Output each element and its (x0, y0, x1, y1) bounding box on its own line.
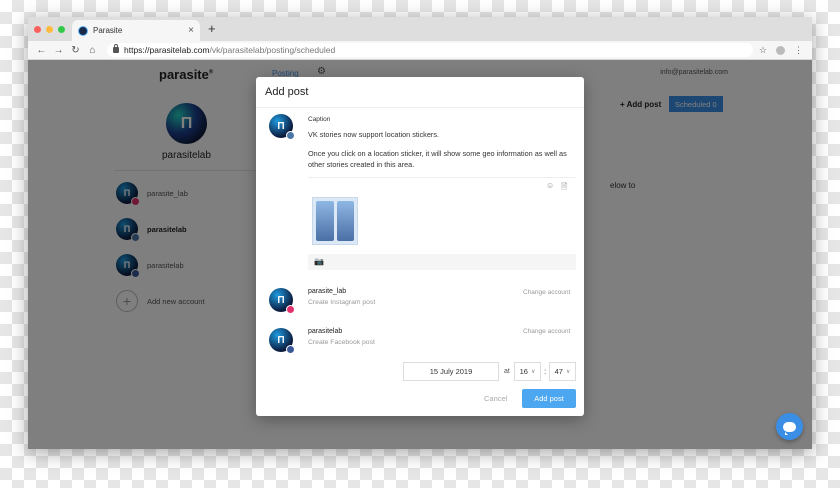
tab-strip: Parasite × + (28, 17, 812, 41)
address-bar[interactable]: https://parasitelab.com /vk/parasitelab/… (107, 43, 753, 57)
media-bar: 📷 (308, 254, 576, 270)
change-account-link[interactable]: Change account (523, 289, 570, 296)
minute-value: 47 (554, 367, 563, 376)
url-host: https://parasitelab.com (124, 45, 210, 55)
modal-divider (256, 107, 584, 108)
time-separator: : (544, 367, 547, 376)
new-tab-button[interactable]: + (208, 21, 216, 36)
avatar: Π (269, 328, 295, 354)
caption-textarea[interactable]: VK stories now support location stickers… (308, 129, 578, 178)
date-picker[interactable]: 15 July 2019 (403, 362, 499, 381)
add-post-modal: Add post Π Caption VK stories now suppor… (256, 77, 584, 416)
url-path: /vk/parasitelab/posting/scheduled (209, 45, 336, 55)
browser-menu-icon[interactable]: ⋮ (794, 45, 803, 56)
instagram-badge-icon (286, 305, 295, 314)
chevron-down-icon: ∨ (565, 369, 571, 375)
account-post-type: Create Instagram post (308, 299, 376, 306)
chevron-down-icon: ∨ (530, 369, 536, 375)
avatar: Π (269, 288, 295, 314)
caption-label: Caption (308, 116, 331, 123)
caption-paragraph: Once you click on a location sticker, it… (308, 149, 567, 169)
reload-icon[interactable]: ↻ (67, 45, 84, 56)
account-name: parasitelab (308, 328, 343, 335)
account-name: parasite_lab (308, 288, 347, 295)
profile-icon[interactable] (776, 45, 785, 55)
tab-title: Parasite (93, 26, 123, 35)
minimize-window-button[interactable] (46, 26, 53, 33)
screenshot-preview (316, 201, 334, 241)
chat-icon (783, 421, 796, 435)
favicon-icon (78, 25, 88, 36)
attached-image-thumbnail[interactable] (312, 197, 358, 245)
hour-value: 16 (519, 367, 528, 376)
forward-icon[interactable]: → (50, 45, 67, 56)
add-post-button[interactable]: Add post (522, 389, 576, 408)
at-label: at (504, 368, 510, 375)
change-account-link[interactable]: Change account (523, 328, 570, 335)
cancel-button[interactable]: Cancel (484, 394, 507, 403)
home-icon[interactable]: ⌂ (84, 45, 101, 56)
chat-support-button[interactable] (776, 413, 803, 440)
back-icon[interactable]: ← (33, 45, 50, 56)
avatar: Π (269, 114, 295, 140)
caption-paragraph: VK stories now support location stickers… (308, 130, 439, 139)
minute-select[interactable]: 47 ∨ (549, 362, 576, 381)
browser-toolbar: ← → ↻ ⌂ https://parasitelab.com /vk/para… (28, 41, 812, 60)
camera-icon[interactable]: 📷 (314, 257, 324, 266)
lock-icon (113, 44, 119, 53)
tab-close-icon[interactable]: × (188, 25, 194, 36)
avatar-glyph: Π (277, 334, 285, 346)
facebook-badge-icon (286, 345, 295, 354)
editor-toolbar: ☺ 🗎 (308, 177, 576, 191)
browser-tab[interactable]: Parasite × (72, 20, 200, 41)
emoji-icon[interactable]: ☺ (546, 181, 554, 190)
account-post-type: Create Facebook post (308, 339, 375, 346)
hour-select[interactable]: 16 ∨ (514, 362, 541, 381)
avatar-glyph: Π (277, 294, 285, 306)
document-icon[interactable]: 🗎 (561, 181, 567, 195)
window-controls (34, 26, 65, 33)
avatar-glyph: Π (277, 120, 285, 132)
close-window-button[interactable] (34, 26, 41, 33)
screenshot-preview (336, 201, 354, 241)
modal-title: Add post (265, 86, 309, 98)
bookmark-star-icon[interactable]: ☆ (759, 45, 767, 56)
vk-badge-icon (286, 131, 295, 140)
maximize-window-button[interactable] (58, 26, 65, 33)
